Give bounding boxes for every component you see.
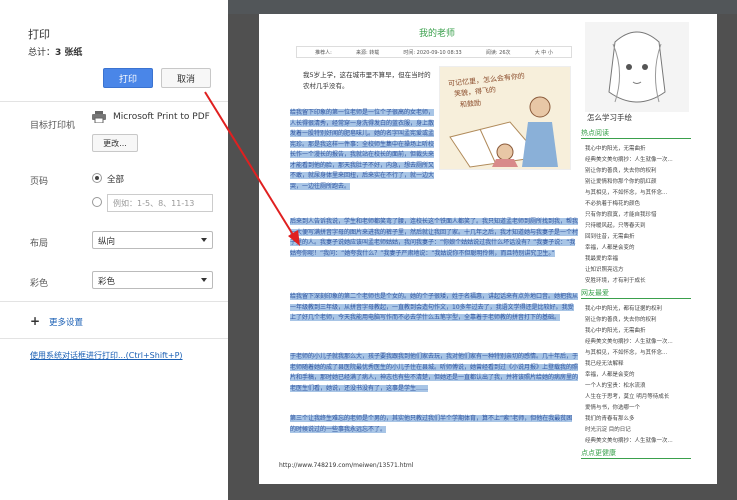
list-item[interactable]: 我心中的阳光，无需曲折 <box>585 144 646 152</box>
page-url: http://www.748219.com/meiwen/13571.html <box>279 462 414 469</box>
list-item[interactable]: 经典美文美句摘抄：人生就像一次... <box>585 155 673 163</box>
list-item[interactable]: 回到往昔，无需曲折 <box>585 232 635 240</box>
color-value: 彩色 <box>98 277 116 287</box>
layout-label: 布局 <box>30 239 49 249</box>
meta-recommender: 推荐人: <box>315 49 332 56</box>
list-item[interactable]: 让知识照亮远方 <box>585 265 624 273</box>
more-settings-link[interactable]: 更多设置 <box>49 316 83 328</box>
intro-paragraph: 我5岁上学，这在城市里不算早，但在当时的农村几乎没有。 <box>303 71 431 90</box>
paragraph-text: 第三个让我终生难忘的老师是个男的，其实他只教过我们半个学期体育，算不上“索”老师… <box>290 415 573 433</box>
color-label: 彩色 <box>30 279 49 289</box>
total-sheets: 总计：3 张纸 <box>28 45 82 58</box>
total-value: 3 张纸 <box>55 48 83 58</box>
paragraph-text: 后来到人告诉我说，学生和老师都笑弯了腰，连校长这个铁面人都笑了。我只知道孟老师到… <box>290 218 579 257</box>
layout-value: 纵向 <box>98 237 116 247</box>
list-item[interactable]: 安胜环境，才有利于成长 <box>585 276 646 284</box>
printer-icon <box>92 111 106 123</box>
article-paragraph: 后来到人告诉我说，学生和老师都笑弯了腰，连校长这个铁面人都笑了。我只知道孟老师到… <box>290 217 579 259</box>
list-item[interactable]: 经典美文美句摘抄：人生就像一次... <box>585 337 673 345</box>
color-select[interactable]: 彩色 <box>92 271 213 289</box>
watermark-text: 语文手册 <box>622 460 678 476</box>
print-settings-panel: 打印 总计：3 张纸 打印 取消 目标打印机 Microsoft Print t… <box>0 0 228 500</box>
change-printer-button[interactable]: 更改... <box>92 134 138 152</box>
plus-icon[interactable]: + <box>30 314 40 328</box>
pages-all-radio[interactable] <box>92 173 102 183</box>
list-item[interactable]: 人生在于思考，莫立 明月等待成长 <box>585 392 669 400</box>
article-meta: 推荐人: 来源: 转载 时间: 2020-09-10 08:33 阅读: 26次… <box>296 46 572 58</box>
pages-custom-radio[interactable] <box>92 197 102 207</box>
article-paragraph: 给我留下印象的第一位老师是一位个子很高的女老师，人长得很清秀，经常穿一身洗得发白… <box>290 108 435 192</box>
list-item[interactable]: 不必执着于梅花的颜色 <box>585 199 640 207</box>
list-item[interactable]: 别让爱情和你那个你的肌红颜 <box>585 177 657 185</box>
list-item[interactable]: 我心中的阳光，都有证据的权利 <box>585 304 662 312</box>
printer-name[interactable]: Microsoft Print to PDF <box>113 112 210 122</box>
list-item[interactable]: 经典美文美句摘抄：人生就像一次... <box>585 436 673 444</box>
paragraph-text: 于老师的小儿子就我那么大，孩子要我跟我到他们家去玩，我对他们家有一种特别亲切的感… <box>290 353 579 392</box>
chevron-down-icon <box>201 278 207 282</box>
print-title: 打印 <box>28 28 50 41</box>
destination-label: 目标打印机 <box>30 121 76 131</box>
list-item[interactable]: 别让你的善良，失去你的权利 <box>585 166 657 174</box>
preview-page: 我的老师 推荐人: 来源: 转载 时间: 2020-09-10 08:33 阅读… <box>259 14 717 484</box>
meta-source: 来源: 转载 <box>355 49 380 56</box>
list-item[interactable]: 幸福，人都是会变的 <box>585 243 635 251</box>
cancel-button[interactable]: 取消 <box>161 68 211 88</box>
article-paragraph: 第三个让我终生难忘的老师是个男的，其实他只教过我们半个学期体育，算不上“索”老师… <box>290 414 578 435</box>
divider <box>0 301 228 302</box>
layout-select[interactable]: 纵向 <box>92 231 213 249</box>
list-item[interactable]: 我心中的阳光，无需曲折 <box>585 326 646 334</box>
list-item[interactable]: 我们的青春有那么多 <box>585 414 635 422</box>
list-item[interactable]: 与其相见，不如怀念，与其怀念... <box>585 348 667 356</box>
list-item[interactable]: 只待暖风起，只等春天到 <box>585 221 646 229</box>
section-underline <box>581 138 691 139</box>
pages-input[interactable]: 例如：1-5、8、11-13 <box>107 194 213 212</box>
list-item[interactable]: 爱情与书，你选哪一个 <box>585 403 640 411</box>
article-paragraph: 于老师的小儿子就我那么大，孩子要我跟我到他们家去玩，我对他们家有一种特别亲切的感… <box>290 352 579 394</box>
pages-label: 页码 <box>30 177 49 187</box>
paragraph-text: 给我留下深刻印象的第二个老师也是个女的。她的个子很矮，姓于名福惠，讲起话来有点外… <box>290 293 579 321</box>
meta-time: 时间: 2020-09-10 08:33 <box>403 49 462 56</box>
list-item[interactable]: 时光沉淀 目的日记 <box>585 425 631 433</box>
total-label: 总计： <box>28 48 56 58</box>
article-paragraph: 给我留下深刻印象的第二个老师也是个女的。她的个子很矮，姓于名福惠，讲起话来有点外… <box>290 292 579 324</box>
meta-font-size: 大 中 小 <box>534 49 553 56</box>
list-item[interactable]: 一个人的宝贵：松水流浪 <box>585 381 646 389</box>
list-item[interactable]: 幸福，人都是会变的 <box>585 370 635 378</box>
health-title: 点点更健康 <box>581 449 616 457</box>
list-item[interactable]: 别让你的善良，失去你的权利 <box>585 315 657 323</box>
illustration-drawing <box>449 96 558 168</box>
chevron-down-icon <box>201 238 207 242</box>
list-item[interactable]: 我最爱的幸福 <box>585 254 618 262</box>
pages-all-label: 全部 <box>107 175 125 185</box>
paragraph-text: 给我留下印象的第一位老师是一位个子很高的女老师，人长得很清秀，经常穿一身洗得发白… <box>290 109 435 190</box>
sidebar-image <box>585 22 689 112</box>
list-item[interactable]: 只有你的寂寞，才能自我珍惜 <box>585 210 657 218</box>
list-item[interactable]: 与其相见，不如怀念，与其怀念... <box>585 188 667 196</box>
friends-favorite-title: 网友最爱 <box>581 289 609 297</box>
divider <box>0 101 228 102</box>
divider <box>0 338 228 339</box>
sidebar-image-title: 怎么学习手绘 <box>587 113 632 122</box>
wechat-icon <box>602 459 618 475</box>
article-title: 我的老师 <box>419 29 456 39</box>
list-item[interactable]: 我已经无法解释 <box>585 359 624 367</box>
meta-reads: 阅读: 26次 <box>485 49 511 56</box>
hot-reading-title: 热点阅读 <box>581 129 609 137</box>
print-button[interactable]: 打印 <box>103 68 153 88</box>
section-underline <box>581 298 691 299</box>
system-dialog-link[interactable]: 使用系统对话框进行打印...(Ctrl+Shift+P) <box>30 350 183 361</box>
article-illustration: 可记忆里，怎么会有你的 笑貌，得飞的 和鼓励 <box>439 66 571 170</box>
anime-sketch-image <box>608 31 666 103</box>
